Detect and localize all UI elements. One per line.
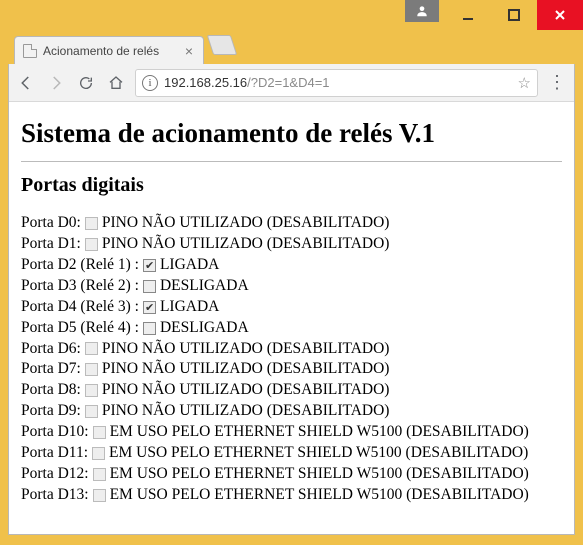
port-label: Porta D13: bbox=[21, 485, 89, 506]
port-row: Porta D3 (Relé 2) : DESLIGADA bbox=[21, 276, 562, 297]
port-row: Porta D1: PINO NÃO UTILIZADO (DESABILITA… bbox=[21, 234, 562, 255]
browser-window: Acionamento de relés × i 192.168.25.16/?… bbox=[8, 30, 575, 535]
window-maximize-button[interactable] bbox=[491, 0, 537, 30]
port-status: PINO NÃO UTILIZADO (DESABILITADO) bbox=[102, 339, 390, 360]
port-checkbox[interactable] bbox=[143, 280, 156, 293]
port-checkbox bbox=[85, 342, 98, 355]
section-title: Portas digitais bbox=[21, 174, 562, 197]
port-row: Porta D6: PINO NÃO UTILIZADO (DESABILITA… bbox=[21, 339, 562, 360]
window-close-button[interactable] bbox=[537, 0, 583, 30]
port-row: Porta D11: EM USO PELO ETHERNET SHIELD W… bbox=[21, 443, 562, 464]
url-text: 192.168.25.16/?D2=1&D4=1 bbox=[164, 75, 330, 90]
browser-toolbar: i 192.168.25.16/?D2=1&D4=1 ☆ ⋮ bbox=[9, 64, 574, 102]
port-checkbox bbox=[85, 363, 98, 376]
port-status: EM USO PELO ETHERNET SHIELD W5100 (DESAB… bbox=[109, 443, 528, 464]
divider bbox=[21, 161, 562, 162]
port-row: Porta D4 (Relé 3) : LIGADA bbox=[21, 297, 562, 318]
port-row: Porta D0: PINO NÃO UTILIZADO (DESABILITA… bbox=[21, 213, 562, 234]
port-status: EM USO PELO ETHERNET SHIELD W5100 (DESAB… bbox=[110, 422, 529, 443]
port-checkbox bbox=[93, 489, 106, 502]
port-checkbox[interactable] bbox=[143, 322, 156, 335]
port-status: PINO NÃO UTILIZADO (DESABILITADO) bbox=[102, 359, 390, 380]
window-minimize-button[interactable] bbox=[445, 0, 491, 30]
reload-button[interactable] bbox=[75, 72, 97, 94]
port-status: LIGADA bbox=[160, 297, 219, 318]
tab-title: Acionamento de relés bbox=[43, 44, 159, 58]
new-tab-button[interactable] bbox=[207, 35, 237, 55]
browser-tab[interactable]: Acionamento de relés × bbox=[14, 36, 204, 64]
port-label: Porta D5 (Relé 4) : bbox=[21, 318, 139, 339]
port-status: PINO NÃO UTILIZADO (DESABILITADO) bbox=[102, 401, 390, 422]
page-title: Sistema de acionamento de relés V.1 bbox=[21, 118, 562, 149]
browser-menu-button[interactable]: ⋮ bbox=[546, 72, 568, 94]
tab-close-icon[interactable]: × bbox=[185, 44, 193, 58]
port-status: PINO NÃO UTILIZADO (DESABILITADO) bbox=[102, 213, 390, 234]
port-row: Porta D13: EM USO PELO ETHERNET SHIELD W… bbox=[21, 485, 562, 506]
port-status: PINO NÃO UTILIZADO (DESABILITADO) bbox=[102, 234, 390, 255]
port-checkbox bbox=[85, 217, 98, 230]
port-label: Porta D9: bbox=[21, 401, 81, 422]
port-label: Porta D4 (Relé 3) : bbox=[21, 297, 139, 318]
port-checkbox bbox=[85, 384, 98, 397]
port-row: Porta D8: PINO NÃO UTILIZADO (DESABILITA… bbox=[21, 380, 562, 401]
port-label: Porta D8: bbox=[21, 380, 81, 401]
user-icon[interactable] bbox=[405, 0, 439, 22]
port-status: DESLIGADA bbox=[160, 318, 249, 339]
port-checkbox bbox=[93, 426, 106, 439]
port-status: DESLIGADA bbox=[160, 276, 249, 297]
port-label: Porta D2 (Relé 1) : bbox=[21, 255, 139, 276]
window-titlebar bbox=[0, 0, 583, 30]
port-label: Porta D12: bbox=[21, 464, 89, 485]
port-checkbox[interactable] bbox=[143, 259, 156, 272]
port-row: Porta D10: EM USO PELO ETHERNET SHIELD W… bbox=[21, 422, 562, 443]
url-path: /?D2=1&D4=1 bbox=[247, 75, 329, 90]
port-checkbox bbox=[93, 468, 106, 481]
tab-strip: Acionamento de relés × bbox=[8, 30, 575, 64]
page-content: Sistema de acionamento de relés V.1 Port… bbox=[9, 102, 574, 534]
back-button[interactable] bbox=[15, 72, 37, 94]
bookmark-star-icon[interactable]: ☆ bbox=[518, 74, 531, 92]
port-status: EM USO PELO ETHERNET SHIELD W5100 (DESAB… bbox=[110, 485, 529, 506]
port-label: Porta D3 (Relé 2) : bbox=[21, 276, 139, 297]
port-row: Porta D5 (Relé 4) : DESLIGADA bbox=[21, 318, 562, 339]
port-row: Porta D7: PINO NÃO UTILIZADO (DESABILITA… bbox=[21, 359, 562, 380]
url-host: 192.168.25.16 bbox=[164, 75, 247, 90]
port-label: Porta D7: bbox=[21, 359, 81, 380]
port-label: Porta D6: bbox=[21, 339, 81, 360]
port-label: Porta D11: bbox=[21, 443, 88, 464]
port-checkbox[interactable] bbox=[143, 301, 156, 314]
port-status: PINO NÃO UTILIZADO (DESABILITADO) bbox=[102, 380, 390, 401]
port-row: Porta D2 (Relé 1) : LIGADA bbox=[21, 255, 562, 276]
port-label: Porta D1: bbox=[21, 234, 81, 255]
port-checkbox bbox=[85, 405, 98, 418]
port-row: Porta D12: EM USO PELO ETHERNET SHIELD W… bbox=[21, 464, 562, 485]
port-status: LIGADA bbox=[160, 255, 219, 276]
port-status: EM USO PELO ETHERNET SHIELD W5100 (DESAB… bbox=[110, 464, 529, 485]
home-button[interactable] bbox=[105, 72, 127, 94]
port-label: Porta D10: bbox=[21, 422, 89, 443]
port-list: Porta D0: PINO NÃO UTILIZADO (DESABILITA… bbox=[21, 213, 562, 506]
port-label: Porta D0: bbox=[21, 213, 81, 234]
site-info-icon[interactable]: i bbox=[142, 75, 158, 91]
forward-button[interactable] bbox=[45, 72, 67, 94]
port-checkbox bbox=[92, 447, 105, 460]
port-row: Porta D9: PINO NÃO UTILIZADO (DESABILITA… bbox=[21, 401, 562, 422]
port-checkbox bbox=[85, 238, 98, 251]
file-icon bbox=[23, 44, 37, 58]
address-bar[interactable]: i 192.168.25.16/?D2=1&D4=1 ☆ bbox=[135, 69, 538, 97]
